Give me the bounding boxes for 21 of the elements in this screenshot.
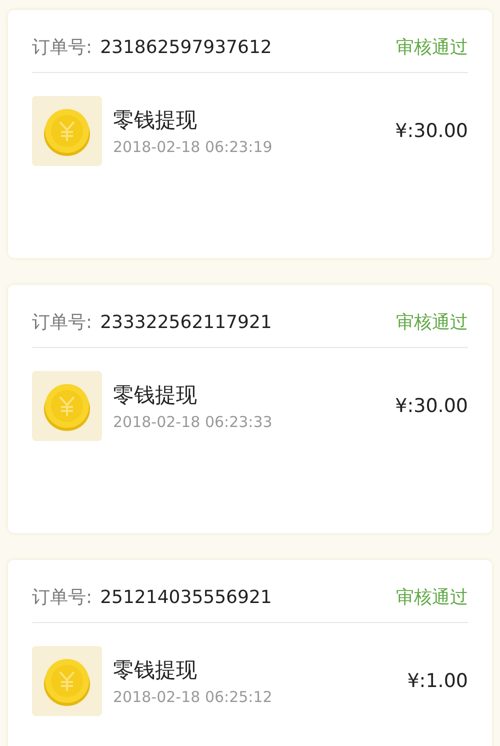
transaction-time: 2018-02-18 06:23:19 — [113, 138, 272, 156]
order-status: 审核通过 — [396, 311, 468, 334]
transaction-amount: ¥:1.00 — [407, 670, 468, 692]
order-number: 251214035556921 — [100, 586, 272, 608]
coin-icon — [32, 371, 102, 441]
transaction-amount: ¥:30.00 — [395, 120, 468, 142]
order-status: 审核通过 — [396, 36, 468, 59]
order-status: 审核通过 — [396, 586, 468, 609]
transaction-title: 零钱提现 — [113, 382, 198, 409]
order-label: 订单号: — [32, 36, 92, 59]
coin-icon — [32, 96, 102, 166]
coin-icon — [32, 646, 102, 716]
order-label: 订单号: — [32, 586, 92, 609]
transaction-time: 2018-02-18 06:25:12 — [113, 688, 272, 706]
transaction-title: 零钱提现 — [113, 657, 198, 684]
order-number: 233322562117921 — [100, 312, 272, 332]
transaction-time: 2018-02-18 06:23:33 — [113, 413, 272, 431]
transaction-amount: ¥:30.00 — [395, 395, 468, 417]
transaction-title: 零钱提现 — [113, 107, 198, 134]
order-number: 231862597937612 — [100, 36, 272, 58]
order-label: 订单号: — [32, 311, 92, 334]
